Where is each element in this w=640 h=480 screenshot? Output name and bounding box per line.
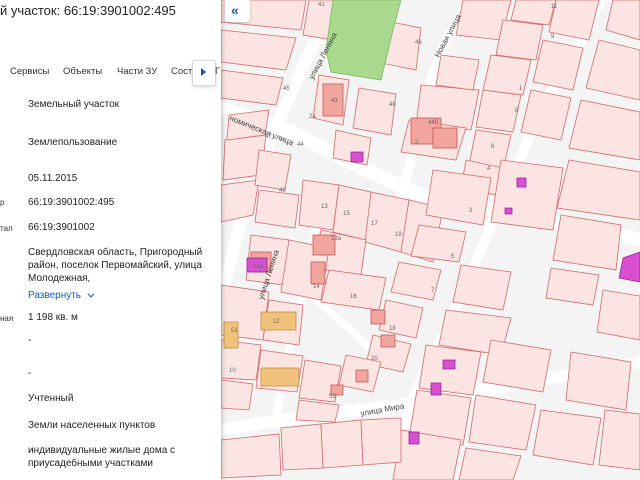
expand-link[interactable]: Развернуть [28,290,81,301]
parcel-number: 11 [551,4,558,10]
parcel-number: 49 [279,188,286,194]
value-date: 05.11.2015 [28,173,78,184]
parcel [360,417,402,466]
value-category: Земли населенных пунктов [28,420,156,431]
parcel [490,159,564,231]
label-cadastral-number: р [0,198,5,207]
tab-objects[interactable]: Объекты [63,66,102,77]
parcel-number: 45 [283,86,290,92]
parcel [435,54,480,91]
value-other: - [28,368,32,379]
parcel [482,54,532,96]
building [370,309,386,325]
parcel [510,0,557,26]
parcel [221,379,254,411]
parcel-number: 2а [309,114,316,120]
parcel [425,169,492,226]
parcel-number: 10 [229,368,236,374]
value-cadastral-number: 66:19:3901002:495 [28,197,115,208]
cadastral-map[interactable]: улица Ленина Новая улица номическая улиц… [221,0,640,480]
parcel [495,19,544,61]
parcel [545,267,600,306]
parcel [298,179,340,231]
parcel [352,87,397,136]
info-panel: й участок: 66:19:3901002:495 Сервисы Объ… [0,0,221,480]
collapse-panel-button[interactable]: « [225,0,250,22]
parcel-number: 46 [415,40,422,46]
chevron-right-icon [201,68,206,76]
value-address: Свердловская область, Пригородный район,… [28,247,203,284]
parcel-number: 16 [350,294,357,300]
highlight-marker [408,431,420,445]
parcel [532,409,602,466]
parcel-number: 44б [428,120,439,126]
parcel-number: 19 [395,232,402,238]
parcel [221,433,282,479]
highlight-marker [504,207,513,215]
parcel-number: 13а [331,236,342,242]
highlight-marker [430,382,442,396]
outbuilding [260,367,300,387]
value-object-type: Земельный участок [28,99,120,110]
highlight-marker [516,177,527,188]
value-status: Учтенный [28,393,74,404]
parcel-number: 41 [318,2,325,8]
parcel [332,184,372,241]
parcel-number: 43 [331,98,338,104]
parcel [468,394,537,451]
outbuilding [223,321,239,349]
parcel-number: 17 [371,221,378,227]
parcel-number: 53 [329,394,336,400]
label-area: ная [0,314,14,323]
parcel-number: 51 [231,328,238,334]
chevron-down-icon [87,290,95,298]
value-area: 1 198 кв. м [28,312,78,323]
parcel [254,189,300,229]
parcel-number: 20 [371,356,378,362]
building [355,369,369,383]
tab-services[interactable]: Сервисы [10,66,49,77]
parcel-number: 48 [389,102,396,108]
value-permitted-use: индивидуальные жилые дома с приусадебным… [28,445,176,469]
parcel [320,419,364,469]
tab-parts[interactable]: Части ЗУ [117,66,157,77]
building [310,261,326,285]
parcel-number: 12 [273,319,280,325]
parcel [552,214,622,271]
panel-title: й участок: 66:19:3901002:495 [0,3,176,18]
building [380,334,396,348]
double-chevron-left-icon: « [231,2,239,18]
parcel-number: 15 [343,211,350,217]
parcel [596,289,640,341]
expand-link-wrap[interactable]: Развернуть [28,289,95,302]
value-subtype: Землепользование [28,137,118,148]
parcel-number: 13 [321,204,328,210]
highlight-marker [442,359,456,370]
parcel [254,149,292,191]
parcel-number: 47 [265,134,272,140]
parcel [418,344,482,396]
parcel-number: 14а [253,264,264,270]
tab-scroll-button[interactable] [192,60,216,86]
highlight-marker [350,151,364,163]
value-quarter: 66:19:3901002 [28,222,95,233]
tab-more[interactable]: Г [215,66,220,77]
value-cost: - [28,335,32,346]
parcel [598,409,640,471]
parcel-number: 44 [297,142,304,148]
parcel-number: 18 [389,326,396,332]
tab-bar: Сервисы Объекты Части ЗУ Соста Г [0,58,221,88]
parcel-number: 14 [313,284,320,290]
parcel [410,224,467,263]
label-quarter: тал [0,224,13,233]
parcel [452,264,512,311]
parcel [565,351,632,411]
parcel [280,423,324,471]
building [432,127,458,149]
